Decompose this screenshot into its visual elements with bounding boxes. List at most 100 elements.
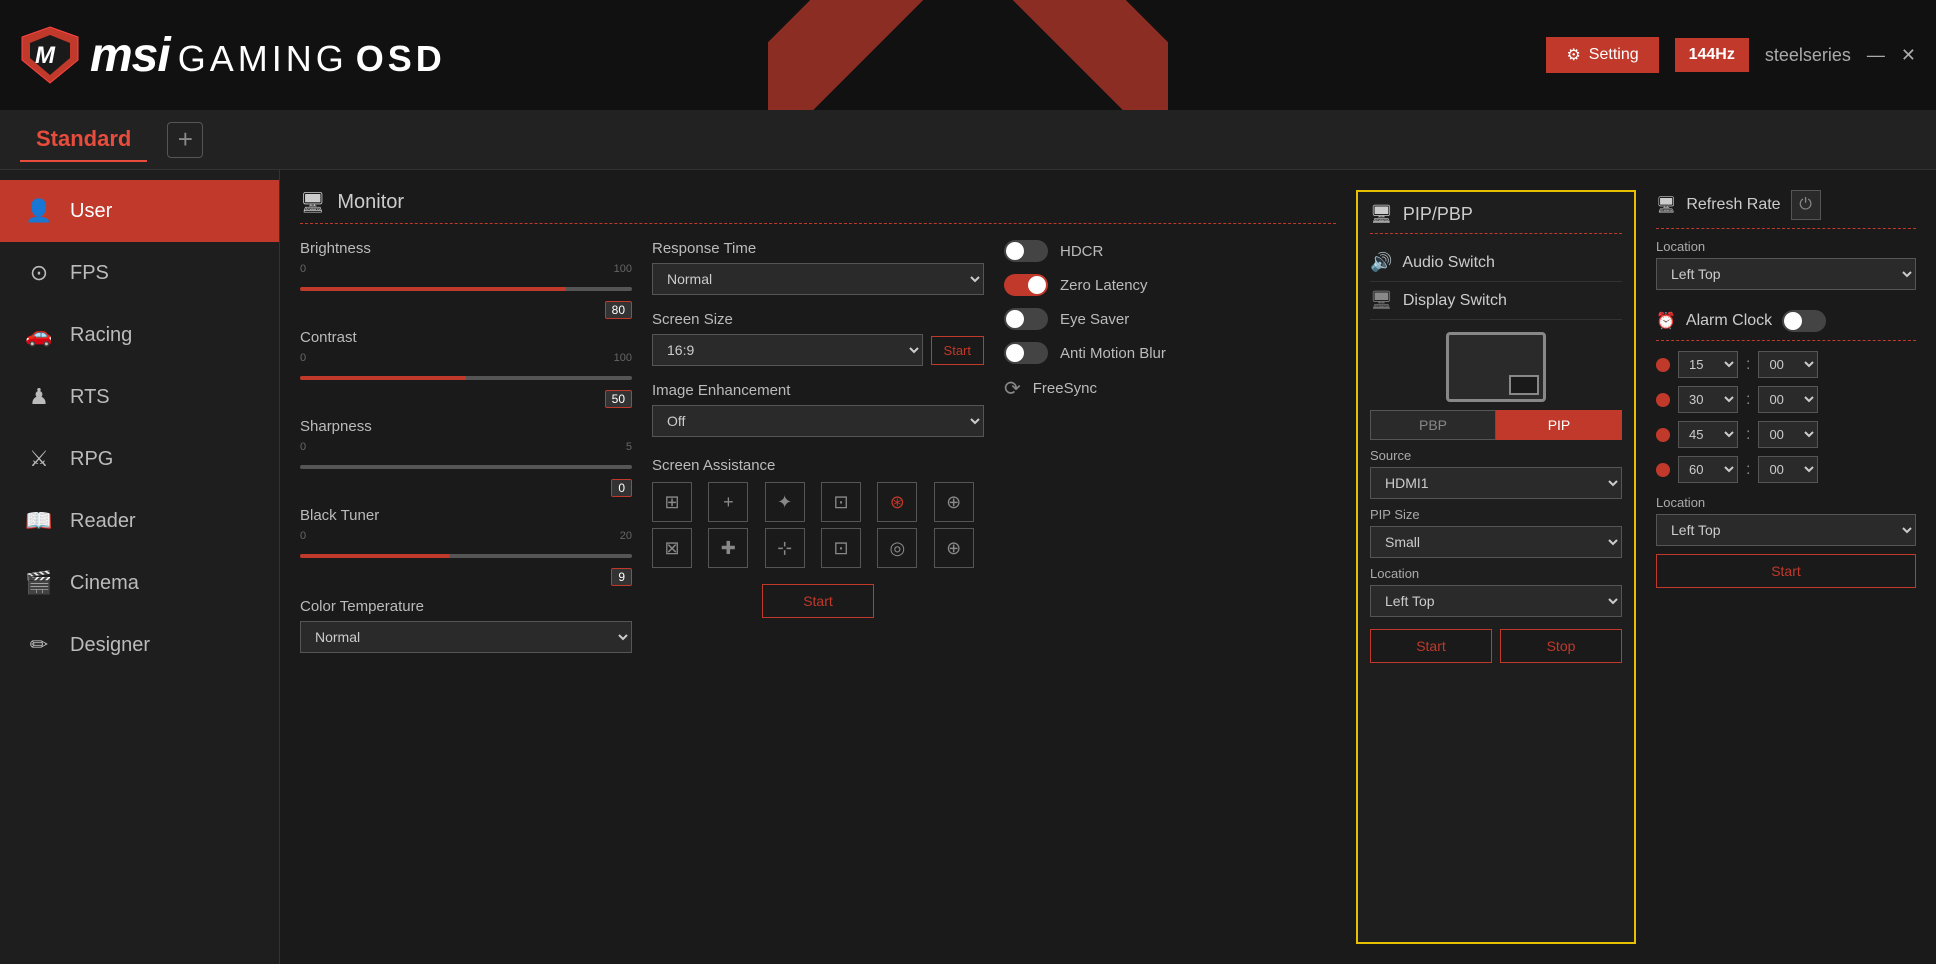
black-tuner-slider[interactable] <box>300 554 632 558</box>
black-tuner-value: 9 <box>611 568 632 586</box>
alarm-dot-3 <box>1656 428 1670 442</box>
assist-icon-3[interactable]: ✦ <box>765 482 805 522</box>
close-button[interactable]: ✕ <box>1901 45 1916 66</box>
assist-icon-9[interactable]: ⊹ <box>765 528 805 568</box>
assist-icon-2[interactable]: + <box>708 482 748 522</box>
hdcr-label: HDCR <box>1060 243 1103 260</box>
eye-saver-label: Eye Saver <box>1060 311 1129 328</box>
refresh-rate-title: Refresh Rate <box>1686 196 1780 214</box>
color-temp-select[interactable]: Normal Warm Cool Custom <box>300 621 632 653</box>
alarm-row-4: 60 : 00 <box>1656 456 1916 483</box>
color-temp-label: Color Temperature <box>300 598 632 615</box>
sharpness-label: Sharpness <box>300 418 632 435</box>
brightness-range: 0100 <box>300 263 632 275</box>
source-select[interactable]: HDMI1 HDMI2 DisplayPort <box>1370 467 1622 499</box>
eye-saver-toggle[interactable] <box>1004 308 1048 330</box>
sharpness-value: 0 <box>611 479 632 497</box>
title-bar-right: ⚙ Setting 144Hz steelseries — ✕ <box>1546 37 1916 73</box>
sharpness-slider[interactable] <box>300 465 632 469</box>
zero-latency-toggle[interactable] <box>1004 274 1048 296</box>
screen-size-select[interactable]: 16:9 4:3 Auto <box>652 334 923 366</box>
assist-icon-8[interactable]: ✚ <box>708 528 748 568</box>
response-time-select[interactable]: Normal Fast Fastest <box>652 263 984 295</box>
pip-location-label: Location <box>1370 566 1622 581</box>
refresh-location-select[interactable]: Left Top Right Top Left Bottom Right Bot… <box>1656 258 1916 290</box>
pip-section-title: 🖥 PIP/PBP <box>1370 204 1622 225</box>
black-tuner-track: 9 <box>300 544 632 568</box>
pip-icon: 🖥 <box>1370 204 1393 225</box>
alarm-clock-toggle[interactable] <box>1782 310 1826 332</box>
sidebar-item-user[interactable]: 👤 User <box>0 180 279 242</box>
rts-icon: ♟ <box>24 382 54 412</box>
anti-motion-blur-toggle[interactable] <box>1004 342 1048 364</box>
alarm-min-3[interactable]: 00 <box>1758 421 1818 448</box>
right-panel: 🖥 Refresh Rate ⏻ Location Left Top Right… <box>1636 190 1916 944</box>
contrast-track: 50 <box>300 366 632 390</box>
assist-icon-6[interactable]: ⊕ <box>934 482 974 522</box>
sharpness-track: 0 <box>300 455 632 479</box>
alarm-start-button[interactable]: Start <box>1656 554 1916 588</box>
sidebar-item-reader[interactable]: 📖 Reader <box>0 490 279 552</box>
alarm-hour-3[interactable]: 45 <box>1678 421 1738 448</box>
color-temp-group: Color Temperature Normal Warm Cool Custo… <box>300 598 632 653</box>
brightness-slider[interactable] <box>300 287 632 291</box>
alarm-hour-1[interactable]: 15 <box>1678 351 1738 378</box>
anti-motion-blur-row: Anti Motion Blur <box>1004 342 1336 364</box>
alarm-hour-4[interactable]: 60 <box>1678 456 1738 483</box>
alarm-min-4[interactable]: 00 <box>1758 456 1818 483</box>
add-tab-button[interactable]: + <box>167 122 203 158</box>
pip-start-button[interactable]: Start <box>1370 629 1492 663</box>
sidebar-item-rts[interactable]: ♟ RTS <box>0 366 279 428</box>
sidebar-item-racing-label: Racing <box>70 324 132 347</box>
alarm-clock-divider <box>1656 340 1916 341</box>
assist-icon-11[interactable]: ◎ <box>877 528 917 568</box>
black-tuner-range: 020 <box>300 530 632 542</box>
alarm-min-1[interactable]: 00 <box>1758 351 1818 378</box>
pip-location-select[interactable]: Left Top Right Top Left Bottom Right Bot… <box>1370 585 1622 617</box>
screen-assistance-start-button[interactable]: Start <box>762 584 874 618</box>
monitor-col-mid: Response Time Normal Fast Fastest Screen… <box>652 240 984 653</box>
setting-button[interactable]: ⚙ Setting <box>1546 37 1658 73</box>
eye-saver-row: Eye Saver <box>1004 308 1336 330</box>
minimize-button[interactable]: — <box>1867 45 1885 66</box>
alarm-row-1: 15 : 00 <box>1656 351 1916 378</box>
tab-standard[interactable]: Standard <box>20 118 147 162</box>
refresh-rate-title-row: 🖥 Refresh Rate ⏻ <box>1656 190 1916 220</box>
alarm-location-select[interactable]: Left Top Right Top Left Bottom Right Bot… <box>1656 514 1916 546</box>
sidebar-item-fps[interactable]: ⊙ FPS <box>0 242 279 304</box>
settings-icon: ⚙ <box>1566 45 1580 65</box>
response-time-group: Response Time Normal Fast Fastest <box>652 240 984 295</box>
sidebar-item-rpg[interactable]: ⚔ RPG <box>0 428 279 490</box>
brightness-value: 80 <box>605 301 632 319</box>
alarm-row-3: 45 : 00 <box>1656 421 1916 448</box>
pip-button[interactable]: PIP <box>1496 410 1622 440</box>
alarm-min-2[interactable]: 00 <box>1758 386 1818 413</box>
sidebar-item-racing[interactable]: 🚗 Racing <box>0 304 279 366</box>
contrast-slider[interactable] <box>300 376 632 380</box>
pip-size-label: PIP Size <box>1370 507 1622 522</box>
sidebar-item-user-label: User <box>70 200 112 223</box>
pip-screen-graphic <box>1446 332 1546 402</box>
screen-assist-grid: ⊞ + ✦ ⊡ ⊛ ⊕ ⊠ ✚ ⊹ ⊡ ◎ ⊕ <box>652 482 984 568</box>
refresh-rate-power-button[interactable]: ⏻ <box>1791 190 1821 220</box>
pip-preview <box>1370 332 1622 402</box>
assist-icon-7[interactable]: ⊠ <box>652 528 692 568</box>
sharpness-range: 05 <box>300 441 632 453</box>
alarm-hour-2[interactable]: 30 <box>1678 386 1738 413</box>
sidebar-item-cinema[interactable]: 🎬 Cinema <box>0 552 279 614</box>
assist-icon-12[interactable]: ⊕ <box>934 528 974 568</box>
assist-icon-5[interactable]: ⊛ <box>877 482 917 522</box>
hdcr-toggle[interactable] <box>1004 240 1048 262</box>
pip-stop-button[interactable]: Stop <box>1500 629 1622 663</box>
pbp-button[interactable]: PBP <box>1370 410 1496 440</box>
image-enhancement-select[interactable]: Off Low Medium High Strongest <box>652 405 984 437</box>
assist-icon-1[interactable]: ⊞ <box>652 482 692 522</box>
screen-size-start-button[interactable]: Start <box>931 336 984 365</box>
zero-latency-label: Zero Latency <box>1060 277 1148 294</box>
screen-size-label: Screen Size <box>652 311 984 328</box>
assist-icon-4[interactable]: ⊡ <box>821 482 861 522</box>
assist-icon-10[interactable]: ⊡ <box>821 528 861 568</box>
screen-assistance-section: Screen Assistance ⊞ + ✦ ⊡ ⊛ ⊕ ⊠ ✚ ⊹ ⊡ <box>652 457 984 618</box>
pip-size-select[interactable]: Small Medium Large <box>1370 526 1622 558</box>
sidebar-item-designer[interactable]: ✏ Designer <box>0 614 279 676</box>
